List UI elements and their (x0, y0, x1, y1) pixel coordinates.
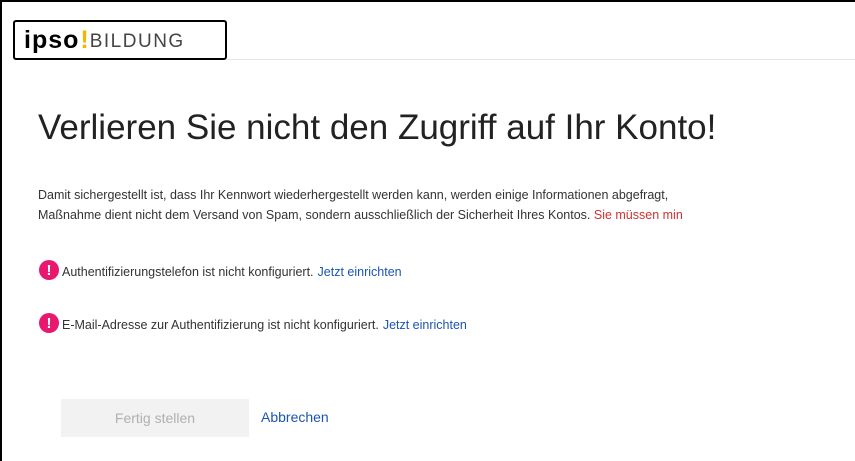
logo-bildung-text: BILDUNG (89, 30, 185, 52)
intro-line-1: Damit sichergestellt ist, dass Ihr Kennw… (38, 188, 669, 202)
setup-phone-link[interactable]: Jetzt einrichten (318, 265, 402, 279)
alert-icon: ! (39, 260, 59, 280)
intro-warning-text: Sie müssen min (593, 208, 683, 222)
intro-line-2-text: Maßnahme dient nicht dem Versand von Spa… (38, 208, 594, 222)
intro-text: Damit sichergestellt ist, dass Ihr Kennw… (38, 185, 855, 225)
alert-icon: ! (39, 313, 59, 333)
auth-phone-status-text: Authentifizierungstelefon ist nicht konf… (62, 264, 314, 279)
finish-button[interactable]: Fertig stellen (61, 399, 249, 437)
page-title: Verlieren Sie nicht den Zugriff auf Ihr … (38, 108, 717, 147)
ipso-bildung-logo: ipso ! BILDUNG (13, 20, 227, 60)
cancel-link[interactable]: Abbrechen (261, 409, 329, 425)
logo-ipso-text: ipso (24, 25, 80, 54)
auth-phone-status: ! Authentifizierungstelefon ist nicht ko… (39, 260, 402, 280)
auth-email-status: ! E-Mail-Adresse zur Authentifizierung i… (39, 313, 467, 333)
logo-exclamation: ! (80, 25, 89, 54)
page-frame: ipso ! BILDUNG Verlieren Sie nicht den Z… (0, 0, 855, 461)
header-divider (227, 59, 855, 60)
setup-email-link[interactable]: Jetzt einrichten (383, 318, 467, 332)
auth-email-status-text: E-Mail-Adresse zur Authentifizierung ist… (62, 317, 379, 332)
intro-line-2: Maßnahme dient nicht dem Versand von Spa… (38, 205, 855, 225)
